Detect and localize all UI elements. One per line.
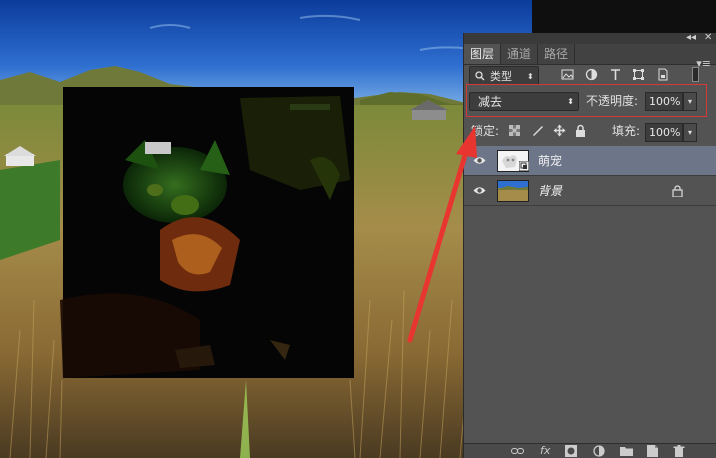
visibility-eye-icon[interactable] [473,155,486,166]
fill-input[interactable]: 100% [645,123,683,142]
canvas-image [0,0,532,458]
fx-icon[interactable]: fx [540,445,550,457]
image-filter-icon[interactable] [561,68,574,81]
lock-position-icon[interactable] [553,124,566,137]
lock-transparent-pixels-icon[interactable] [508,124,521,137]
filter-kind-select[interactable]: 类型 ⬍ [469,66,539,85]
type-filter-icon[interactable] [609,68,622,81]
search-icon [475,71,485,81]
tab-paths[interactable]: 路径 [538,44,575,64]
fill-dropdown-button[interactable]: ▾ [683,123,697,142]
tab-channels[interactable]: 通道 [501,44,538,64]
link-icon[interactable] [511,446,524,456]
panel-footer-toolbar: fx [464,443,716,458]
trash-icon[interactable] [673,445,685,457]
tab-layers[interactable]: 图层 [464,44,501,64]
new-layer-icon[interactable] [647,445,658,457]
smart-object-badge-icon [519,161,529,171]
shape-filter-icon[interactable] [632,68,645,81]
lock-row: 锁定: 填充: 100% ▾ [464,119,716,143]
mask-icon[interactable] [565,445,577,457]
workspace-background [532,0,716,33]
filter-toggle-switch[interactable] [692,67,699,82]
lock-label: 锁定: [471,124,500,138]
layer-thumbnail [497,180,529,202]
lock-all-icon[interactable] [574,124,587,137]
layer-name-mengchong: 萌宠 [538,154,563,168]
layer-lock-icon [672,185,683,197]
group-folder-icon[interactable] [620,445,633,456]
close-panel-button[interactable]: ✕ [704,32,712,44]
annotation-highlight-box [466,84,707,117]
smart-object-filter-icon[interactable] [656,68,669,81]
adjustment-icon[interactable] [593,445,605,457]
fill-label: 填充: [612,124,641,138]
layer-row-mengchong[interactable]: 萌宠 [464,146,716,176]
layer-row-background[interactable]: 背景 [464,176,716,206]
lock-image-pixels-icon[interactable] [531,124,544,137]
collapse-panel-button[interactable]: ◂◂ [686,32,696,44]
visibility-eye-icon[interactable] [473,185,486,196]
panel-tabs: 图层 通道 路径 ▾≡ [464,44,716,70]
panel-title-bar[interactable]: ◂◂ ✕ [464,32,716,44]
layer-name-background: 背景 [538,184,563,198]
adjustment-filter-icon[interactable] [585,68,598,81]
document-canvas[interactable] [0,0,532,458]
